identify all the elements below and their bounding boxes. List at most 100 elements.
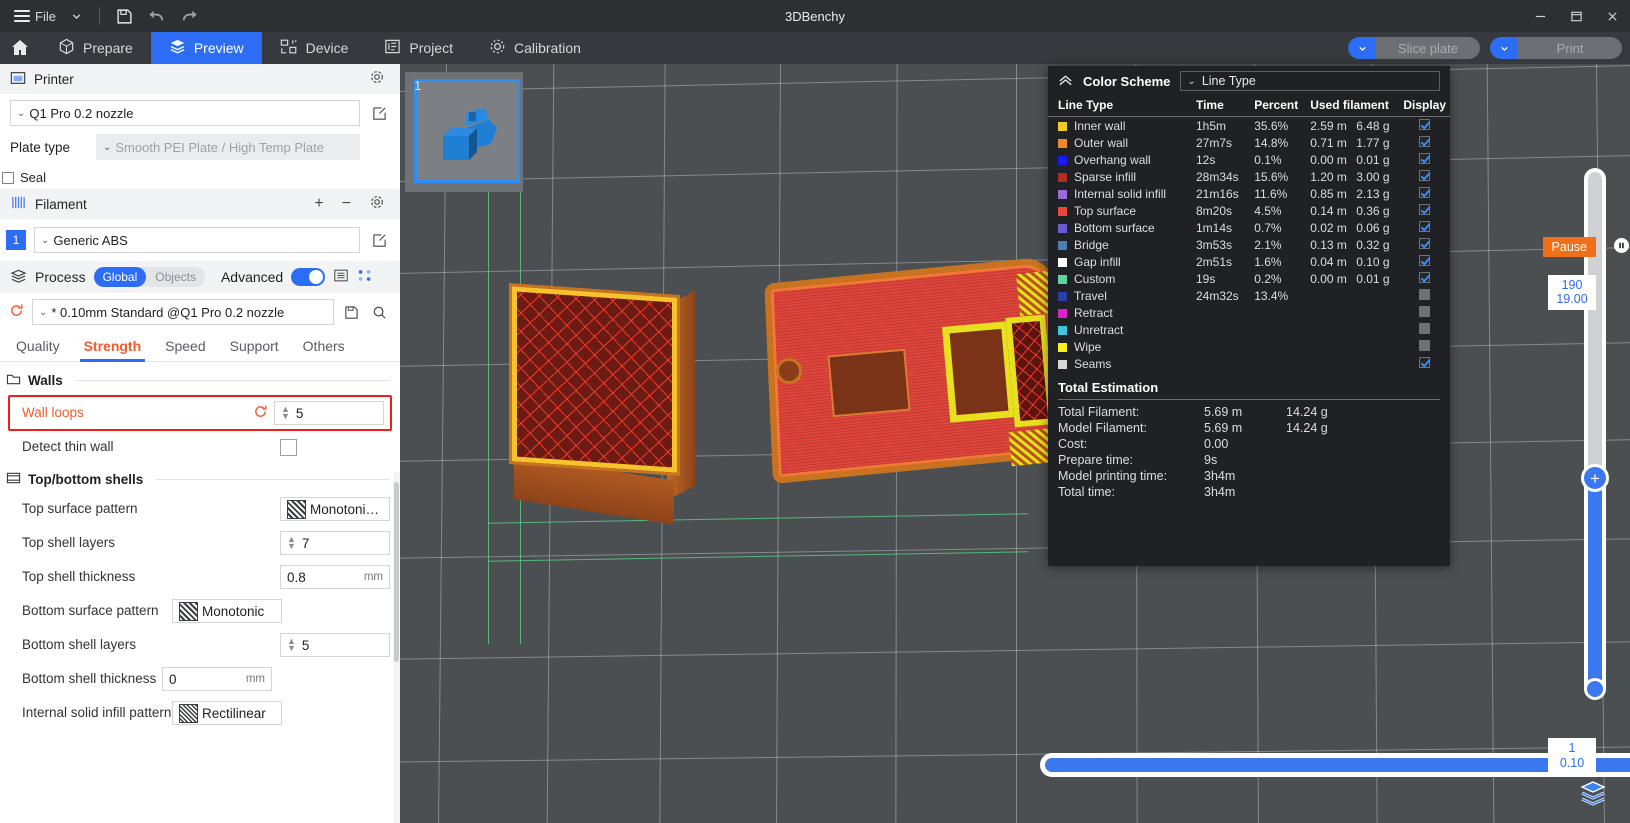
wall-loops-reset-icon[interactable] xyxy=(253,404,268,423)
moves-slider[interactable]: 1055 xyxy=(1040,753,1630,777)
save-preset-icon[interactable] xyxy=(340,301,362,323)
line-type-display-cell[interactable] xyxy=(1399,287,1450,304)
line-type-display-checkbox[interactable] xyxy=(1419,221,1430,232)
line-type-display-cell[interactable] xyxy=(1399,304,1450,321)
line-type-display-checkbox[interactable] xyxy=(1419,238,1430,249)
tab-project[interactable]: Project xyxy=(366,32,471,64)
line-type-display-cell[interactable] xyxy=(1399,168,1450,185)
line-type-display-cell[interactable] xyxy=(1399,236,1450,253)
line-type-display-cell[interactable] xyxy=(1399,253,1450,270)
top-shell-thickness-input[interactable]: 0.8 mm xyxy=(280,565,390,589)
line-type-display-cell[interactable] xyxy=(1399,151,1450,168)
line-type-row[interactable]: Unretract xyxy=(1048,321,1450,338)
line-type-row[interactable]: Outer wall27m7s14.8%0.71 m1.77 g xyxy=(1048,134,1450,151)
tab-support[interactable]: Support xyxy=(218,331,291,361)
line-type-row[interactable]: Sparse infill28m34s15.6%1.20 m3.00 g xyxy=(1048,168,1450,185)
filament-settings-gear-icon[interactable] xyxy=(364,194,390,215)
print-button[interactable]: Print xyxy=(1490,37,1622,59)
minimize-button[interactable] xyxy=(1522,0,1558,32)
plate-type-select[interactable]: ⌄ Smooth PEI Plate / High Temp Plate xyxy=(96,134,360,160)
search-preset-icon[interactable] xyxy=(368,301,390,323)
line-type-row[interactable]: Wipe xyxy=(1048,338,1450,355)
line-type-row[interactable]: Travel24m32s13.4% xyxy=(1048,287,1450,304)
chevron-up-icon[interactable] xyxy=(1058,74,1073,89)
internal-solid-infill-pattern-select[interactable]: Rectilinear xyxy=(172,701,282,725)
layer-slider-upper-handle[interactable]: + xyxy=(1581,464,1609,492)
line-type-display-checkbox[interactable] xyxy=(1419,119,1430,130)
line-type-display-cell[interactable] xyxy=(1399,185,1450,202)
printer-settings-gear-icon[interactable] xyxy=(364,69,390,90)
line-type-display-checkbox[interactable] xyxy=(1419,357,1430,368)
slice-plate-dropdown-icon[interactable] xyxy=(1348,37,1376,59)
redo-icon[interactable] xyxy=(174,4,205,29)
line-type-display-checkbox[interactable] xyxy=(1419,187,1430,198)
home-icon[interactable] xyxy=(0,32,40,64)
chevron-down-icon[interactable] xyxy=(64,6,89,27)
line-type-display-cell[interactable] xyxy=(1399,321,1450,338)
line-type-row[interactable]: Seams xyxy=(1048,355,1450,372)
pause-marker-icon[interactable] xyxy=(1614,238,1629,253)
line-type-row[interactable]: Top surface8m20s4.5%0.14 m0.36 g xyxy=(1048,202,1450,219)
layer-slider-lower-handle[interactable] xyxy=(1584,678,1606,700)
bottom-shell-layers-stepper[interactable]: ▲▼ xyxy=(287,638,296,652)
save-icon[interactable] xyxy=(110,4,139,29)
compare-presets-icon[interactable] xyxy=(357,268,373,286)
line-type-display-checkbox[interactable] xyxy=(1419,272,1430,283)
process-scope-toggle[interactable]: Global Objects xyxy=(94,267,205,287)
wall-loops-input[interactable]: ▲▼ 5 xyxy=(274,401,384,425)
layers-icon[interactable] xyxy=(1578,778,1608,813)
line-type-display-checkbox[interactable] xyxy=(1419,170,1430,181)
line-type-row[interactable]: Gap infill2m51s1.6%0.04 m0.10 g xyxy=(1048,253,1450,270)
tab-speed[interactable]: Speed xyxy=(153,331,217,361)
list-view-icon[interactable] xyxy=(333,268,349,286)
line-type-display-checkbox[interactable] xyxy=(1419,340,1430,351)
edit-filament-icon[interactable] xyxy=(368,229,390,251)
line-type-display-cell[interactable] xyxy=(1399,355,1450,372)
settings-scrollbar-thumb[interactable] xyxy=(394,482,399,662)
line-type-display-checkbox[interactable] xyxy=(1419,204,1430,215)
line-type-row[interactable]: Retract xyxy=(1048,304,1450,321)
line-type-row[interactable]: Inner wall1h5m35.6%2.59 m6.48 g xyxy=(1048,117,1450,135)
slice-plate-button[interactable]: Slice plate xyxy=(1348,37,1480,59)
print-dropdown-icon[interactable] xyxy=(1490,37,1518,59)
edit-printer-icon[interactable] xyxy=(368,102,390,124)
line-type-display-cell[interactable] xyxy=(1399,338,1450,355)
color-scheme-mode-select[interactable]: ⌄ Line Type xyxy=(1180,71,1440,91)
line-type-display-cell[interactable] xyxy=(1399,117,1450,135)
add-filament-button[interactable]: + xyxy=(309,195,328,213)
line-type-row[interactable]: Internal solid infill21m16s11.6%0.85 m2.… xyxy=(1048,185,1450,202)
tab-others[interactable]: Others xyxy=(291,331,357,361)
filament-select[interactable]: ⌄ Generic ABS xyxy=(34,227,360,253)
line-type-display-cell[interactable] xyxy=(1399,134,1450,151)
model-benchy[interactable] xyxy=(768,270,1058,470)
top-shell-layers-stepper[interactable]: ▲▼ xyxy=(287,536,296,550)
tab-calibration[interactable]: Calibration xyxy=(471,32,599,64)
bottom-surface-pattern-select[interactable]: Monotonic xyxy=(172,599,282,623)
line-type-display-checkbox[interactable] xyxy=(1419,323,1430,334)
tab-device[interactable]: Device xyxy=(262,32,367,64)
tab-preview[interactable]: Preview xyxy=(151,32,262,64)
tab-prepare[interactable]: Prepare xyxy=(40,32,151,64)
wall-loops-stepper[interactable]: ▲▼ xyxy=(281,406,290,420)
seal-checkbox[interactable] xyxy=(2,172,14,184)
line-type-row[interactable]: Custom19s0.2%0.00 m0.01 g xyxy=(1048,270,1450,287)
model-cube[interactable] xyxy=(512,292,682,502)
maximize-button[interactable] xyxy=(1558,0,1594,32)
tab-quality[interactable]: Quality xyxy=(4,331,72,361)
undo-icon[interactable] xyxy=(141,4,172,29)
bottom-shell-thickness-input[interactable]: 0 mm xyxy=(162,667,272,691)
top-surface-pattern-select[interactable]: Monotonic ... xyxy=(280,497,390,521)
line-type-display-checkbox[interactable] xyxy=(1419,289,1430,300)
tab-strength[interactable]: Strength xyxy=(72,331,154,361)
detect-thin-wall-checkbox[interactable] xyxy=(280,439,297,456)
reset-preset-icon[interactable] xyxy=(6,303,26,322)
pause-marker-label[interactable]: Pause xyxy=(1543,237,1596,257)
line-type-display-cell[interactable] xyxy=(1399,219,1450,236)
close-button[interactable] xyxy=(1594,0,1630,32)
scope-objects-option[interactable]: Objects xyxy=(146,267,205,287)
line-type-row[interactable]: Bridge3m53s2.1%0.13 m0.32 g xyxy=(1048,236,1450,253)
remove-filament-button[interactable]: − xyxy=(337,195,356,213)
line-type-row[interactable]: Bottom surface1m14s0.7%0.02 m0.06 g xyxy=(1048,219,1450,236)
plate-thumbnail[interactable]: 1 xyxy=(405,72,523,192)
line-type-display-cell[interactable] xyxy=(1399,270,1450,287)
